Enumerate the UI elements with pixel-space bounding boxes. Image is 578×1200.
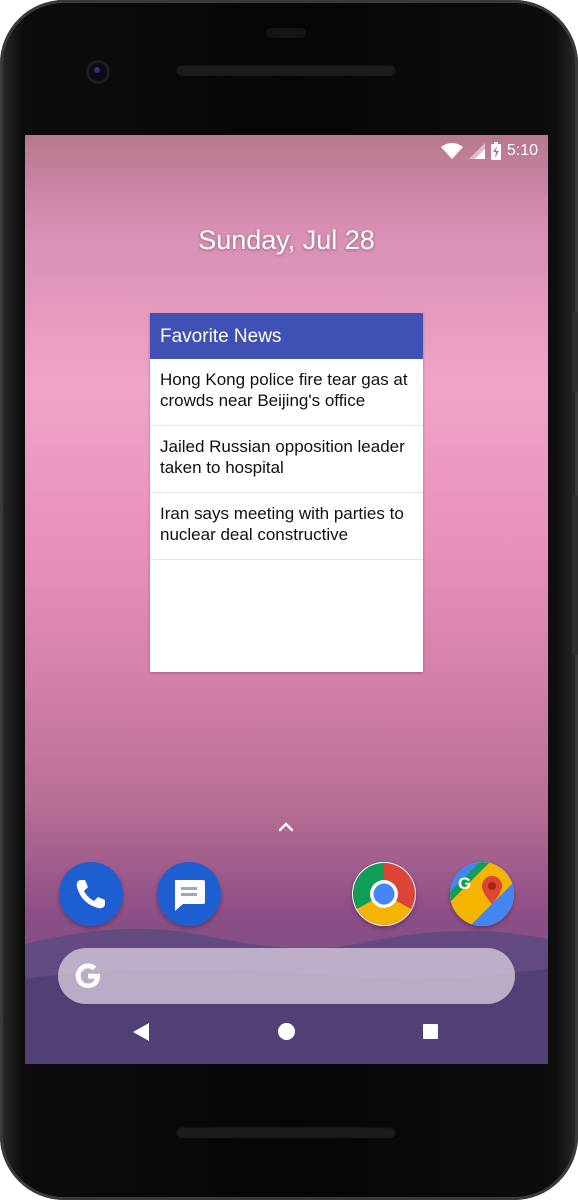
google-search-bar[interactable]	[58, 948, 515, 1004]
svg-text:G: G	[458, 874, 471, 893]
news-item[interactable]: Jailed Russian opposition leader taken t…	[150, 426, 423, 493]
volume-button	[572, 495, 578, 655]
recents-icon[interactable]	[423, 1024, 438, 1039]
phone-icon[interactable]	[59, 862, 123, 926]
messages-icon[interactable]	[157, 862, 221, 926]
widget-title[interactable]: Favorite News	[150, 313, 423, 359]
cell-signal-icon	[468, 143, 485, 159]
date-label[interactable]: Sunday, Jul 28	[25, 225, 548, 256]
back-icon[interactable]	[133, 1023, 149, 1041]
wifi-icon	[440, 143, 463, 159]
home-screen: 5:10 Sunday, Jul 28 Favorite News Hong K…	[25, 135, 548, 1064]
power-button	[572, 312, 578, 392]
google-g-icon	[75, 963, 100, 988]
top-speaker	[176, 64, 396, 76]
maps-icon[interactable]: G	[450, 862, 514, 926]
home-icon[interactable]	[278, 1023, 295, 1040]
status-bar: 5:10	[440, 141, 538, 161]
front-camera-icon	[86, 60, 110, 84]
earpiece	[266, 28, 306, 38]
news-item[interactable]: Iran says meeting with parties to nuclea…	[150, 493, 423, 560]
favorite-news-widget[interactable]: Favorite News Hong Kong police fire tear…	[150, 313, 423, 672]
battery-charging-icon	[490, 142, 501, 160]
bottom-speaker	[176, 1126, 396, 1138]
app-drawer-arrow-icon[interactable]	[275, 819, 297, 835]
navigation-bar	[25, 1017, 548, 1049]
chrome-icon[interactable]	[352, 862, 416, 926]
phone-frame: 5:10 Sunday, Jul 28 Favorite News Hong K…	[0, 0, 578, 1200]
status-time: 5:10	[506, 142, 538, 159]
news-item[interactable]: Hong Kong police fire tear gas at crowds…	[150, 359, 423, 426]
